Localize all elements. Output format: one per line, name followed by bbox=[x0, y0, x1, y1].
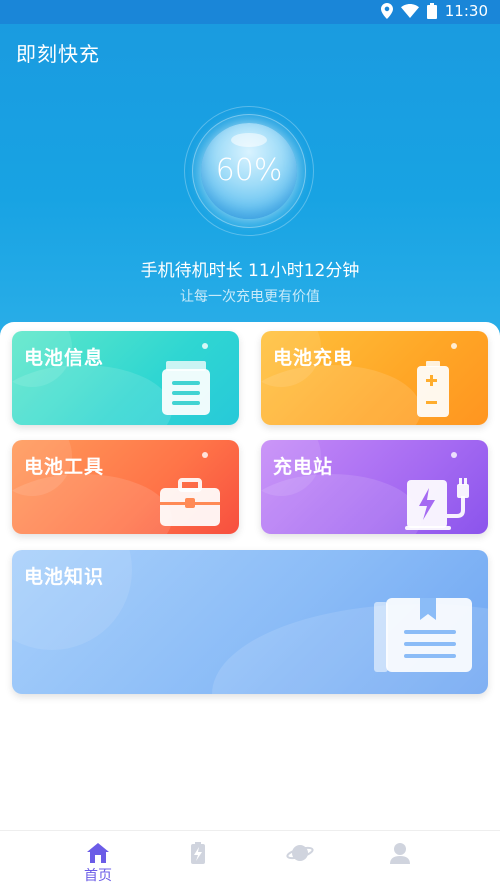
status-time: 11:30 bbox=[444, 2, 488, 20]
feature-grid: 电池信息 电池充电 电池工具 充电站 电池知识 bbox=[0, 322, 500, 830]
battery-charge-icon bbox=[411, 361, 457, 423]
battery-knowledge-label: 电池知识 bbox=[24, 566, 105, 588]
battery-info-icon bbox=[160, 359, 220, 421]
battery-charge-label: 电池充电 bbox=[273, 347, 354, 369]
location-icon bbox=[380, 3, 393, 19]
card-decoration bbox=[261, 365, 421, 425]
header: 即刻快充 60% 手机待机时长 11小时12分钟 让每一次充电更有价值 bbox=[0, 24, 500, 340]
card-decoration bbox=[261, 474, 421, 534]
status-icons: 11:30 bbox=[380, 2, 488, 20]
charging-station-label: 充电站 bbox=[273, 456, 334, 478]
battery-percent: 60% bbox=[215, 153, 283, 188]
battery-knowledge-card[interactable]: 电池知识 bbox=[12, 550, 488, 694]
wifi-icon bbox=[400, 4, 419, 18]
card-dot bbox=[202, 343, 208, 349]
battery-tools-card[interactable]: 电池工具 bbox=[12, 440, 239, 534]
tab-battery[interactable] bbox=[148, 831, 248, 888]
battery-status-icon bbox=[426, 3, 437, 19]
card-dot bbox=[451, 452, 457, 458]
battery-icon bbox=[184, 841, 212, 865]
charging-station-card[interactable]: 充电站 bbox=[261, 440, 488, 534]
tab-profile[interactable] bbox=[350, 831, 450, 888]
toolbox-icon bbox=[158, 478, 222, 532]
tab-bar: 首页 bbox=[0, 830, 500, 888]
battery-gauge: 60% bbox=[184, 106, 314, 236]
charging-station-icon bbox=[405, 476, 479, 534]
battery-info-card[interactable]: 电池信息 bbox=[12, 331, 239, 425]
card-decoration bbox=[12, 474, 172, 534]
tab-home-label: 首页 bbox=[84, 868, 112, 884]
battery-info-label: 电池信息 bbox=[24, 347, 105, 369]
tab-home[interactable]: 首页 bbox=[48, 831, 148, 888]
book-icon bbox=[372, 596, 476, 680]
battery-tools-label: 电池工具 bbox=[24, 456, 105, 478]
home-icon bbox=[84, 841, 112, 865]
user-icon bbox=[386, 841, 414, 865]
status-bar: 11:30 bbox=[0, 0, 500, 24]
battery-charge-card[interactable]: 电池充电 bbox=[261, 331, 488, 425]
card-dot bbox=[202, 452, 208, 458]
app-title: 即刻快充 bbox=[16, 42, 100, 66]
gauge-ball: 60% bbox=[201, 123, 297, 219]
planet-icon bbox=[286, 841, 314, 865]
tab-explore[interactable] bbox=[250, 831, 350, 888]
standby-time: 手机待机时长 11小时12分钟 bbox=[140, 261, 360, 281]
card-dot bbox=[451, 343, 457, 349]
slogan: 让每一次充电更有价值 bbox=[180, 289, 320, 305]
card-decoration bbox=[12, 365, 172, 425]
